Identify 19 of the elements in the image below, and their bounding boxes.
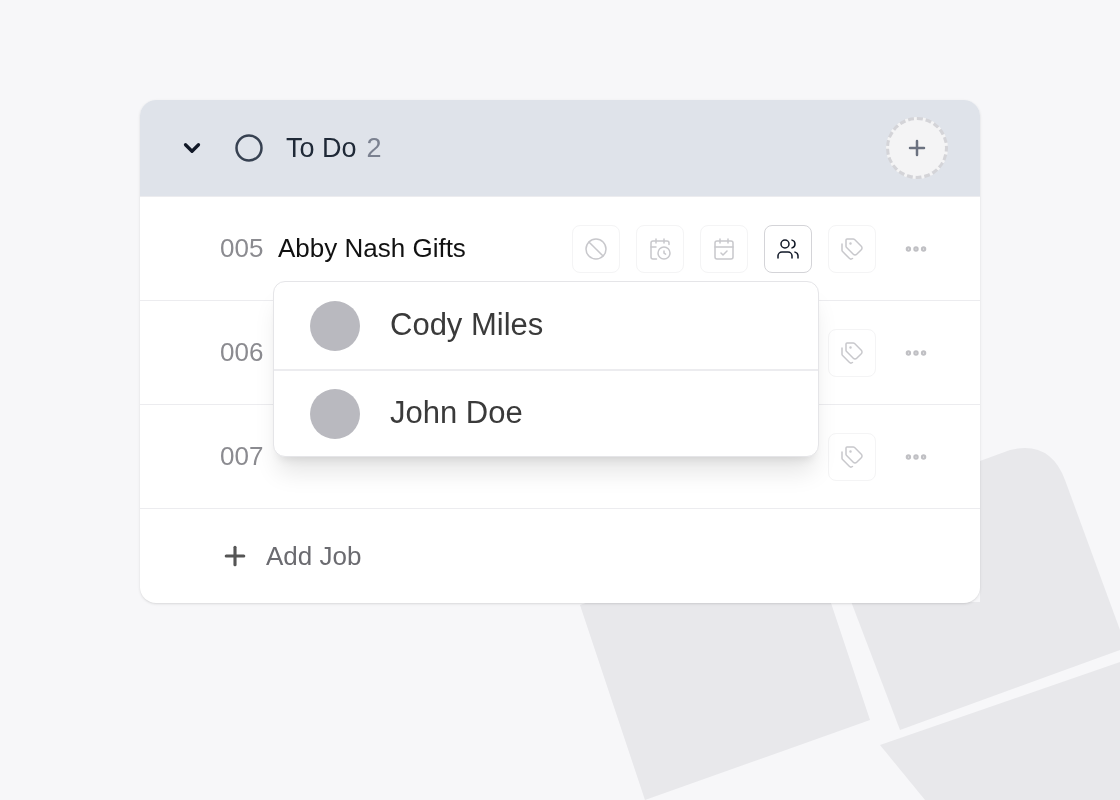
status-circle-icon[interactable] <box>234 133 264 163</box>
avatar-placeholder <box>310 388 360 439</box>
tags-icon[interactable] <box>828 224 876 273</box>
job-name[interactable]: Abby Nash Gifts <box>278 229 466 268</box>
avatar-placeholder <box>310 300 360 351</box>
person-option[interactable]: John Doe <box>274 369 818 456</box>
group-count: 2 <box>366 131 382 165</box>
people-icon[interactable] <box>764 224 812 273</box>
add-job-button[interactable]: Add Job <box>140 508 980 603</box>
job-number: 006 <box>220 336 265 369</box>
blocked-icon[interactable] <box>572 224 620 273</box>
job-number: 005 <box>220 232 265 265</box>
tags-icon[interactable] <box>828 432 876 481</box>
calendar-clock-icon[interactable] <box>636 224 684 273</box>
calendar-check-icon[interactable] <box>700 224 748 273</box>
tags-icon[interactable] <box>828 328 876 377</box>
group-title: To Do <box>286 131 357 165</box>
job-number: 007 <box>220 440 265 473</box>
person-option[interactable]: Cody Miles <box>274 282 818 369</box>
